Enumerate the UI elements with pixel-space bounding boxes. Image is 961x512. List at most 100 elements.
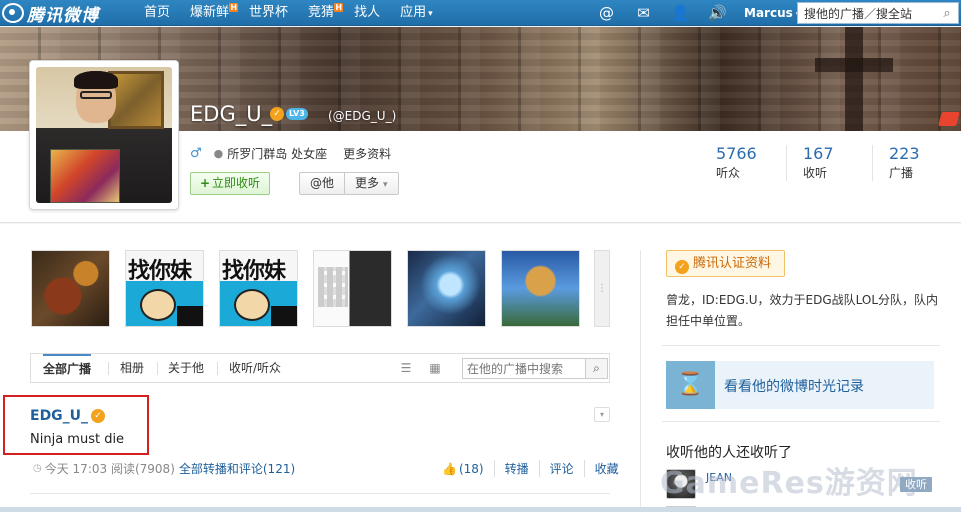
nav-item-hot[interactable]: 爆新鲜 H <box>182 0 239 26</box>
sound-icon[interactable]: 🔊 <box>699 0 736 26</box>
timeline-card[interactable]: ⌛ 看看他的微博时光记录 <box>666 361 934 409</box>
hot-badge: H <box>229 3 239 12</box>
avatar-hair-top <box>74 71 118 89</box>
feed-search-input[interactable] <box>463 359 583 378</box>
tab-following-listeners[interactable]: 收听/听众 <box>229 354 281 382</box>
stat-following[interactable]: 167 收听 <box>786 145 872 181</box>
thumbnail-text: 找你妹 <box>222 259 286 284</box>
tab-album[interactable]: 相册 <box>120 354 144 382</box>
nav-item-guess[interactable]: 竞猜 H <box>300 0 344 26</box>
level-badge[interactable]: LV3 <box>286 108 308 120</box>
photo-thumbnail[interactable] <box>501 250 580 327</box>
at-icon[interactable]: @ <box>588 0 625 26</box>
nav-item-find-people[interactable]: 找人 <box>346 0 388 26</box>
post-menu-chevron-icon[interactable]: ▾ <box>594 407 610 422</box>
follow-listener-button[interactable]: 收听 <box>900 477 932 492</box>
sidebar-divider <box>662 421 940 422</box>
comment-button[interactable]: 评论 <box>538 460 584 477</box>
avatar-image <box>36 67 172 203</box>
post-divider <box>30 493 610 494</box>
tab-about[interactable]: 关于他 <box>168 354 204 382</box>
user-icon[interactable]: 👤 <box>662 0 699 26</box>
like-button[interactable]: 👍 (18) <box>432 462 494 476</box>
timeline-link[interactable]: 看看他的微博时光记录 <box>724 376 864 396</box>
avatar[interactable] <box>29 60 179 210</box>
sidebar-divider <box>662 345 940 346</box>
bottom-bar <box>0 507 961 512</box>
tab-divider <box>217 362 218 375</box>
plus-icon: + <box>199 176 211 190</box>
nav-menu: 首页 爆新鲜 H 世界杯 竞猜 H 找人 应用 ▾ <box>136 0 445 26</box>
location-text: 所罗门群岛 处女座 <box>227 146 328 161</box>
site-search-input[interactable] <box>798 3 936 23</box>
hourglass-icon: ⌛ <box>666 361 715 409</box>
location-pin-icon: ● <box>213 146 224 160</box>
logo-text: 腾讯微博 <box>27 5 99 26</box>
profile-name: EDG_U_ <box>190 102 273 126</box>
mention-button[interactable]: @他 <box>300 173 344 194</box>
avatar-glasses <box>80 91 112 99</box>
favorite-button[interactable]: 收藏 <box>583 460 619 477</box>
column-divider <box>640 250 641 512</box>
male-icon: ♂ <box>190 145 202 161</box>
calendar-icon[interactable]: ▦ <box>427 360 443 376</box>
photo-strip: 找你妹 找你妹 <box>31 250 580 327</box>
post-author[interactable]: EDG_U_ <box>30 408 88 424</box>
tab-all-broadcasts[interactable]: 全部广播 <box>43 354 92 382</box>
chevron-down-icon: ▾ <box>428 9 433 19</box>
stat-number: 223 <box>889 144 920 163</box>
banner-decoration <box>845 27 863 131</box>
tab-divider <box>157 362 158 375</box>
stat-listeners[interactable]: 5766 听众 <box>700 145 786 181</box>
user-menu[interactable]: Marcus▾ <box>744 0 800 28</box>
post-time[interactable]: 今天 17:03 <box>45 460 107 477</box>
stat-label: 广播 <box>889 166 914 180</box>
verified-icon[interactable]: ✓ <box>270 107 284 121</box>
post-text: Ninja must die <box>30 432 125 447</box>
post-meta: ◷ 今天 17:03 阅读(7908) 全部转播和评论(121) <box>33 460 295 477</box>
profile-bio: 曾龙，ID:EDG.U，效力于EDG战队LOL分队，队内担任中单位置。 <box>666 293 939 328</box>
photo-thumbnail[interactable]: 找你妹 <box>125 250 204 327</box>
thumbnail-text: 找你妹 <box>128 259 192 284</box>
search-icon[interactable]: ⌕ <box>585 359 607 378</box>
photo-thumbnail[interactable] <box>31 250 110 327</box>
more-button[interactable]: 更多 ▾ <box>344 173 398 194</box>
list-view-icon[interactable]: ☰ <box>398 360 414 376</box>
feed-tabs: 全部广播 相册 关于他 收听/听众 ☰ ▦ ⌕ <box>30 353 610 383</box>
logo[interactable]: 腾讯微博 <box>2 2 99 26</box>
nav-item-worldcup[interactable]: 世界杯 <box>241 0 296 26</box>
thumbnail-face <box>140 289 176 321</box>
top-search: ⌕ <box>797 2 959 24</box>
photo-strip-next-button[interactable]: ⋮ <box>594 250 610 327</box>
follow-button[interactable]: + 立即收听 <box>190 172 270 195</box>
thumbnail-grid <box>318 267 348 307</box>
photo-thumbnail[interactable] <box>313 250 392 327</box>
tab-divider <box>108 362 109 375</box>
all-comments-link[interactable]: 全部转播和评论(121) <box>179 460 295 477</box>
stat-number: 167 <box>803 144 834 163</box>
clock-icon: ◷ <box>33 463 42 474</box>
chevron-down-icon: ▾ <box>383 180 388 190</box>
stat-number: 5766 <box>716 144 757 163</box>
avatar-poster <box>50 149 120 203</box>
stat-broadcasts[interactable]: 223 广播 <box>872 145 958 181</box>
nav-item-home[interactable]: 首页 <box>136 0 178 26</box>
banner-decoration <box>815 58 893 72</box>
verification-info-button[interactable]: ✓ 腾讯认证资料 <box>666 250 785 277</box>
search-icon[interactable]: ⌕ <box>936 3 958 23</box>
feed-search: ⌕ <box>462 358 608 379</box>
thumbnail-face <box>234 289 270 321</box>
photo-thumbnail[interactable] <box>407 250 486 327</box>
more-info-link[interactable]: 更多资料 <box>343 145 391 162</box>
repost-button[interactable]: 转播 <box>493 460 539 477</box>
stat-label: 收听 <box>803 166 828 180</box>
nav-item-apps[interactable]: 应用 ▾ <box>392 0 441 26</box>
profile-action-group: @他 更多 ▾ <box>299 172 399 195</box>
verified-icon: ✓ <box>675 260 689 274</box>
skin-icon[interactable] <box>938 112 960 126</box>
post-reads: 阅读(7908) <box>110 462 175 476</box>
nav-icons: @ ✉ 👤 🔊 <box>588 0 736 26</box>
post-actions: 👍 (18) 转播 评论 收藏 <box>432 460 619 477</box>
photo-thumbnail[interactable]: 找你妹 <box>219 250 298 327</box>
mail-icon[interactable]: ✉ <box>625 0 662 26</box>
